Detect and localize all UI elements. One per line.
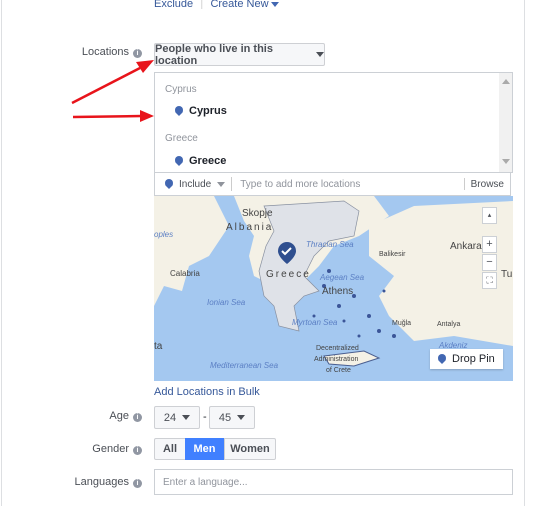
top-links: Exclude | Create New — [154, 0, 279, 10]
map-label: Muğla — [392, 320, 412, 327]
drop-pin-button[interactable]: Drop Pin — [430, 349, 503, 369]
location-item-greece[interactable]: Greece — [175, 155, 226, 167]
map-label: Thracian Sea — [306, 240, 354, 249]
map-label: Skopje — [242, 208, 273, 219]
pin-icon — [438, 354, 446, 364]
age-max-dropdown[interactable]: 45 — [209, 406, 255, 429]
info-icon[interactable]: i — [133, 446, 142, 455]
map-label: Mediterranean Sea — [210, 361, 279, 370]
selected-locations-list: Cyprus Cyprus Greece Greece — [154, 72, 513, 173]
map[interactable]: Skopje Albania oples Calabria Greece Thr… — [154, 196, 513, 381]
chevron-down-icon — [316, 52, 324, 57]
map-label: Balikesir — [379, 251, 406, 258]
red-arrowhead — [140, 110, 154, 122]
map-label: Athens — [322, 286, 354, 297]
gender-label: Gender i — [92, 443, 142, 455]
languages-label: Languages i — [75, 476, 142, 488]
age-label: Age i — [109, 410, 142, 422]
gender-all-button[interactable]: All — [154, 438, 186, 460]
map-label: Myrtoan Sea — [292, 318, 338, 327]
include-dropdown[interactable]: Include — [179, 179, 226, 190]
red-arrowhead — [136, 60, 154, 73]
map-scroll-up-button[interactable]: ▴ — [482, 207, 497, 224]
browse-button[interactable]: Browse — [471, 179, 504, 190]
map-label: Aegean Sea — [320, 273, 365, 282]
map-label: of Crete — [326, 367, 351, 374]
red-arrow — [72, 114, 143, 119]
red-arrow — [71, 66, 141, 105]
separator: | — [200, 0, 204, 10]
add-locations-bulk-link[interactable]: Add Locations in Bulk — [154, 386, 260, 398]
map-label: oples — [154, 230, 174, 239]
pin-icon — [175, 156, 183, 166]
map-label: Administration — [314, 356, 359, 363]
zoom-out-button[interactable]: − — [482, 254, 497, 271]
map-label: ta — [154, 341, 163, 352]
scrollbar[interactable] — [499, 73, 512, 172]
map-label: Ionian Sea — [207, 298, 246, 307]
pin-icon — [165, 179, 173, 189]
info-icon[interactable]: i — [133, 479, 142, 488]
annotation-arrows — [71, 60, 154, 122]
map-label: Albania — [226, 222, 274, 233]
map-label: Calabria — [170, 269, 200, 278]
scroll-down-icon[interactable] — [501, 159, 510, 164]
fullscreen-icon[interactable]: ⛶ — [482, 272, 497, 289]
language-input[interactable]: Enter a language... — [154, 469, 513, 495]
gender-men-button[interactable]: Men — [185, 438, 224, 460]
create-new-link[interactable]: Create New — [210, 0, 268, 10]
pin-icon — [175, 106, 183, 116]
chevron-down-icon — [270, 2, 279, 7]
scroll-up-icon[interactable] — [501, 79, 510, 84]
location-search-input[interactable]: Type to add more locations — [240, 179, 463, 190]
map-label: Tu — [501, 269, 513, 280]
age-dash: - — [203, 411, 207, 423]
zoom-in-button[interactable]: + — [482, 236, 497, 253]
info-icon[interactable]: i — [133, 413, 142, 422]
location-type-dropdown[interactable]: People who live in this location — [154, 43, 325, 67]
map-label: Decentralized — [316, 345, 359, 352]
map-label: Antalya — [437, 321, 461, 328]
age-min-dropdown[interactable]: 24 — [154, 406, 200, 429]
map-label: Ankara — [450, 241, 482, 252]
location-search-bar: Include Type to add more locations Brows… — [154, 173, 511, 196]
gender-women-button[interactable]: Women — [224, 438, 276, 460]
map-label: Greece — [266, 269, 311, 280]
location-item-cyprus[interactable]: Cyprus — [175, 105, 227, 117]
